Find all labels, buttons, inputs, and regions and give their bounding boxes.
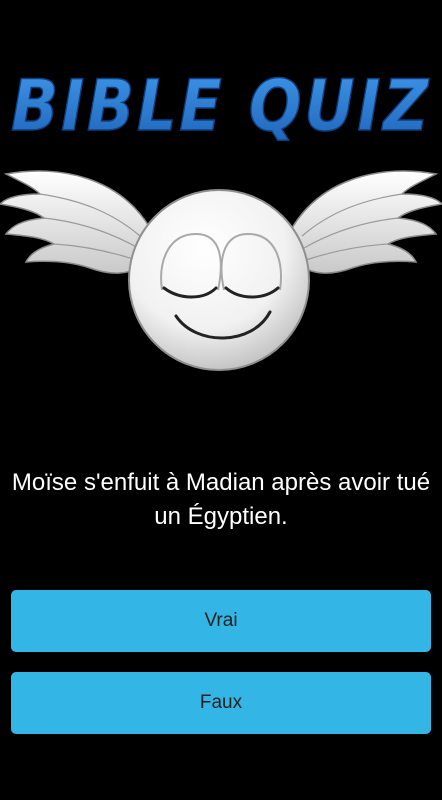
answer-true-button[interactable]: Vrai [11, 590, 431, 652]
mascot-area [0, 150, 442, 385]
winged-smiley-icon [0, 170, 442, 371]
logo-title-graphic: BIBLE QUIZ [10, 64, 431, 148]
logo-text: BIBLE QUIZ [11, 65, 431, 147]
question-text: Moïse s'enfuit à Madian après avoir tué … [11, 469, 431, 530]
right-wing-icon [291, 170, 442, 274]
answer-true-label: Vrai [204, 610, 238, 631]
smiley-face-icon [128, 189, 310, 371]
answer-false-button[interactable]: Faux [11, 672, 431, 734]
app-logo-title: BIBLE QUIZ [0, 48, 442, 148]
quiz-screen: BIBLE QUIZ Moïse s'enfuit à Madian après… [0, 0, 442, 800]
left-wing-icon [0, 170, 151, 274]
answer-false-label: Faux [199, 692, 243, 713]
